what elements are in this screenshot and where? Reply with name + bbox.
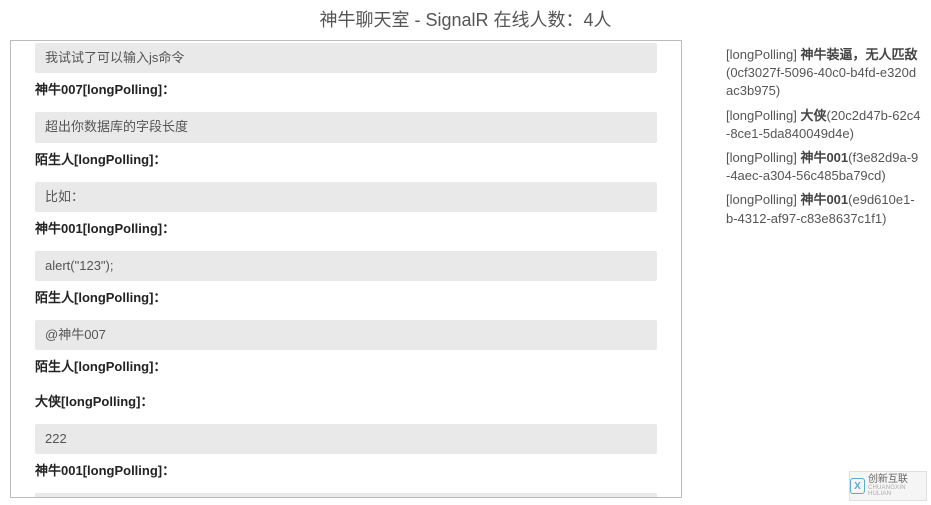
- logo-cn: 创新互联: [868, 475, 926, 485]
- page-title: 神牛聊天室 - SignalR 在线人数：4人: [0, 0, 931, 40]
- main-layout: 怎么草除陌生人[longPolling]：我试试了可以输入js命令神牛007[l…: [0, 40, 931, 498]
- message-sender: 陌生人[longPolling]：: [11, 283, 681, 312]
- user-name: 神牛001: [800, 150, 848, 165]
- message-block: 我试试了可以输入js命令神牛007[longPolling]：: [11, 43, 681, 106]
- message-block: 比如：神牛001[longPolling]：: [11, 182, 681, 245]
- message-block: 大侠[longPolling]：: [11, 383, 681, 418]
- user-name: 大侠: [800, 108, 826, 123]
- message-bubble: @神牛007: [35, 320, 657, 350]
- online-user-item: [longPolling] 神牛001(f3e82d9a-9-4aec-a304…: [726, 149, 921, 185]
- message-sender: 神牛001[longPolling]：: [11, 214, 681, 243]
- message-sender: 神牛001[longPolling]：: [11, 456, 681, 485]
- message-sender: 大侠[longPolling]：: [11, 387, 681, 416]
- user-name: 神牛装逼，无人匹敌: [800, 47, 917, 62]
- user-id: (0cf3027f-5096-40c0-b4fd-e320dac3b975): [726, 65, 916, 98]
- message-block: 超出你数据库的字段长度陌生人[longPolling]：: [11, 112, 681, 175]
- user-transport: [longPolling]: [726, 150, 797, 165]
- online-users-panel: [longPolling] 神牛装逼，无人匹敌 (0cf3027f-5096-40…: [726, 40, 921, 498]
- user-transport: [longPolling]: [726, 192, 797, 207]
- message-sender: 神牛007[longPolling]：: [11, 75, 681, 104]
- user-name: 神牛001: [800, 192, 848, 207]
- brand-logo: X 创新互联 CHUANGXIN HULIAN: [849, 471, 927, 501]
- user-transport: [longPolling]: [726, 108, 797, 123]
- message-block: 222神牛001[longPolling]：: [11, 424, 681, 487]
- message-bubble: 超出你数据库的字段长度: [35, 112, 657, 142]
- message-sender: 陌生人[longPolling]：: [11, 352, 681, 381]
- message-block: @神牛007陌生人[longPolling]：: [11, 320, 681, 383]
- message-block: @longPolling大侠[longPolling]：: [11, 493, 681, 498]
- logo-en: CHUANGXIN HULIAN: [868, 485, 926, 497]
- online-user-item: [longPolling] 神牛001(e9d610e1-b-4312-af97…: [726, 191, 921, 227]
- chat-message-list: 怎么草除陌生人[longPolling]：我试试了可以输入js命令神牛007[l…: [11, 40, 681, 498]
- online-user-item: [longPolling] 神牛装逼，无人匹敌 (0cf3027f-5096-40…: [726, 46, 921, 101]
- message-bubble: @longPolling: [35, 493, 657, 498]
- user-transport: [longPolling]: [726, 47, 797, 62]
- logo-mark-icon: X: [850, 478, 865, 494]
- chat-message-panel[interactable]: 怎么草除陌生人[longPolling]：我试试了可以输入js命令神牛007[l…: [10, 40, 682, 498]
- message-bubble: 222: [35, 424, 657, 454]
- message-bubble: 比如：: [35, 182, 657, 212]
- message-bubble: alert("123");: [35, 251, 657, 281]
- message-block: alert("123");陌生人[longPolling]：: [11, 251, 681, 314]
- message-bubble: 我试试了可以输入js命令: [35, 43, 657, 73]
- online-user-item: [longPolling] 大侠(20c2d47b-62c4-8ce1-5da8…: [726, 107, 921, 143]
- message-sender: 陌生人[longPolling]：: [11, 145, 681, 174]
- logo-text: 创新互联 CHUANGXIN HULIAN: [868, 475, 926, 497]
